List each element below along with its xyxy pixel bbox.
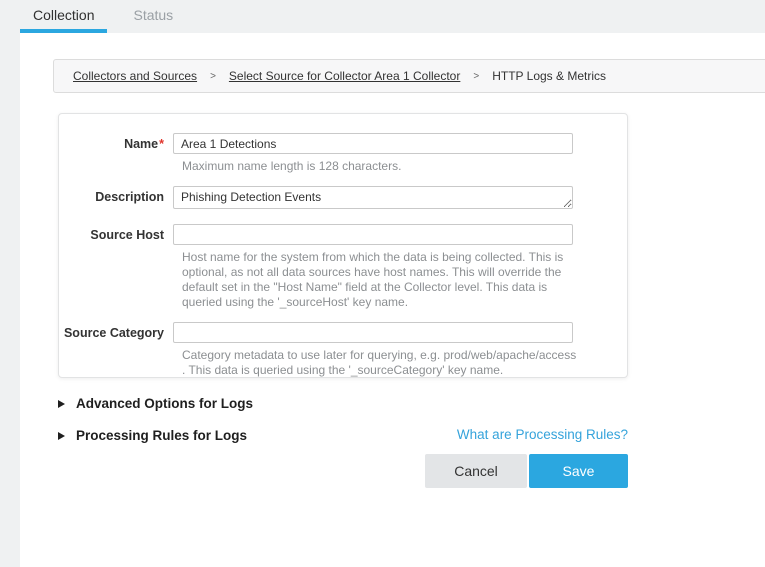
tab-collection[interactable]: Collection — [20, 0, 107, 33]
name-field-row: Name* — [59, 133, 627, 154]
breadcrumb-separator-icon: > — [210, 71, 216, 82]
content-panel: Collectors and Sources > Select Source f… — [20, 33, 765, 567]
source-category-label: Source Category — [59, 322, 173, 343]
breadcrumb: Collectors and Sources > Select Source f… — [53, 59, 765, 93]
expand-arrow-icon — [58, 400, 65, 408]
processing-rules-expander[interactable]: Processing Rules for Logs — [58, 428, 247, 443]
tab-collection-label: Collection — [33, 7, 94, 23]
name-input[interactable] — [173, 133, 573, 154]
advanced-options-expander[interactable]: Advanced Options for Logs — [58, 396, 253, 411]
processing-rules-help-link[interactable]: What are Processing Rules? — [457, 427, 628, 442]
breadcrumb-current-page: HTTP Logs & Metrics — [492, 69, 606, 83]
expand-arrow-icon — [58, 432, 65, 440]
source-category-field-row: Source Category — [59, 322, 627, 343]
breadcrumb-select-source[interactable]: Select Source for Collector Area 1 Colle… — [229, 69, 460, 83]
description-field-row: Description Phishing Detection Events — [59, 186, 627, 214]
tab-status-label: Status — [133, 7, 173, 23]
breadcrumb-collectors-and-sources[interactable]: Collectors and Sources — [73, 69, 197, 83]
source-config-card: Name* Maximum name length is 128 charact… — [58, 113, 628, 378]
name-label: Name* — [59, 133, 173, 154]
source-host-input[interactable] — [173, 224, 573, 245]
source-host-field-row: Source Host — [59, 224, 627, 245]
name-help-text: Maximum name length is 128 characters. — [182, 159, 582, 174]
advanced-options-label: Advanced Options for Logs — [76, 396, 253, 411]
tab-bar: Collection Status — [20, 0, 186, 33]
processing-rules-label: Processing Rules for Logs — [76, 428, 247, 443]
description-label: Description — [59, 186, 173, 214]
breadcrumb-separator-icon: > — [473, 71, 479, 82]
required-asterisk: * — [159, 137, 164, 151]
source-host-label: Source Host — [59, 224, 173, 245]
cancel-button[interactable]: Cancel — [425, 454, 527, 488]
source-category-help-text: Category metadata to use later for query… — [182, 348, 582, 378]
source-category-input[interactable] — [173, 322, 573, 343]
source-host-help-text: Host name for the system from which the … — [182, 250, 582, 310]
save-button[interactable]: Save — [529, 454, 628, 488]
form-actions: Cancel Save — [425, 454, 628, 488]
tab-status[interactable]: Status — [120, 0, 186, 33]
description-textarea[interactable]: Phishing Detection Events — [173, 186, 573, 209]
